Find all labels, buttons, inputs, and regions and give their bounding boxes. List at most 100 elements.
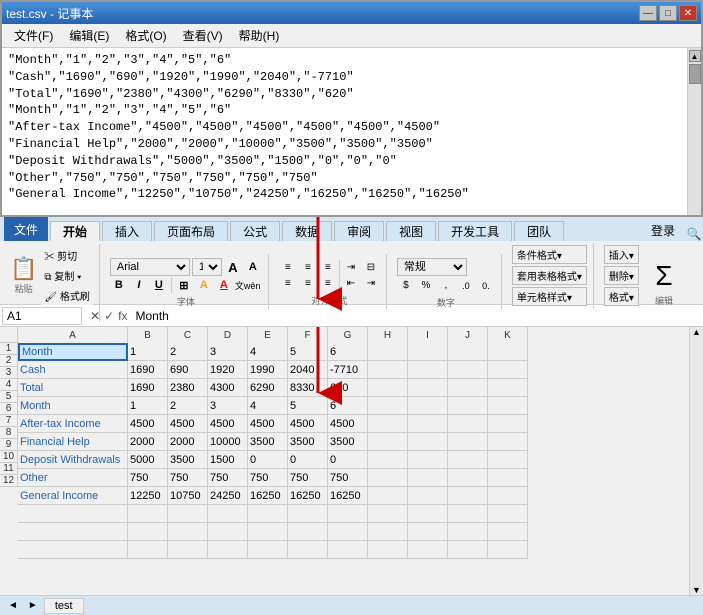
align-left-btn[interactable]: ≡ xyxy=(279,276,297,292)
tab-layout[interactable]: 页面布局 xyxy=(154,221,228,241)
menu-view[interactable]: 查看(V) xyxy=(175,26,231,45)
cell-3-5[interactable]: 6290 xyxy=(248,379,288,397)
conditional-format-btn[interactable]: 条件格式▾ xyxy=(512,245,587,264)
menu-help[interactable]: 帮助(H) xyxy=(231,26,288,45)
cell-11-6[interactable] xyxy=(288,523,328,541)
cell-6-5[interactable]: 3500 xyxy=(248,433,288,451)
cell-4-10[interactable] xyxy=(448,397,488,415)
scroll-down-btn[interactable]: ▼ xyxy=(692,585,701,595)
increase-decimal-btn[interactable]: 0. xyxy=(477,278,495,294)
cell-3-3[interactable]: 2380 xyxy=(168,379,208,397)
copy-button[interactable]: ⧉ 复制 ▾ xyxy=(41,266,92,285)
tab-team[interactable]: 团队 xyxy=(514,221,564,241)
cell-7-11[interactable] xyxy=(488,451,528,469)
cell-style-btn[interactable]: 单元格样式▾ xyxy=(512,287,587,306)
scroll-thumb[interactable] xyxy=(689,64,701,84)
cell-4-5[interactable]: 4 xyxy=(248,397,288,415)
cell-8-11[interactable] xyxy=(488,469,528,487)
cell-5-3[interactable]: 4500 xyxy=(168,415,208,433)
cell-5-1[interactable]: After-tax Income xyxy=(18,415,128,433)
cell-1-10[interactable] xyxy=(448,343,488,361)
menu-format[interactable]: 格式(O) xyxy=(117,26,174,45)
cell-12-7[interactable] xyxy=(328,541,368,559)
login-button[interactable]: 登录 xyxy=(641,220,685,241)
cell-1-1[interactable]: Month xyxy=(18,343,128,361)
cell-5-2[interactable]: 4500 xyxy=(128,415,168,433)
cell-6-8[interactable] xyxy=(368,433,408,451)
cell-12-3[interactable] xyxy=(168,541,208,559)
cell-5-5[interactable]: 4500 xyxy=(248,415,288,433)
cell-11-4[interactable] xyxy=(208,523,248,541)
cell-1-8[interactable] xyxy=(368,343,408,361)
cell-5-10[interactable] xyxy=(448,415,488,433)
cell-6-3[interactable]: 2000 xyxy=(168,433,208,451)
cell-6-11[interactable] xyxy=(488,433,528,451)
cell-8-4[interactable]: 750 xyxy=(208,469,248,487)
cell-1-5[interactable]: 4 xyxy=(248,343,288,361)
italic-btn[interactable]: I xyxy=(130,277,148,293)
font-name-select[interactable]: Arial xyxy=(110,258,190,276)
ribbon-search[interactable]: 🔍 xyxy=(685,227,703,241)
menu-edit[interactable]: 编辑(E) xyxy=(61,26,117,45)
confirm-formula-icon[interactable]: ✓ xyxy=(104,309,114,323)
bold-btn[interactable]: B xyxy=(110,277,128,293)
tab-start[interactable]: 开始 xyxy=(50,221,100,241)
tab-data[interactable]: 数据 xyxy=(282,221,332,241)
cell-8-6[interactable]: 750 xyxy=(288,469,328,487)
cell-ref-input[interactable] xyxy=(2,307,82,325)
tab-dev[interactable]: 开发工具 xyxy=(438,221,512,241)
cell-10-4[interactable] xyxy=(208,505,248,523)
cell-6-1[interactable]: Financial Help xyxy=(18,433,128,451)
cell-3-6[interactable]: 8330 xyxy=(288,379,328,397)
tab-insert[interactable]: 插入 xyxy=(102,221,152,241)
cell-12-8[interactable] xyxy=(368,541,408,559)
number-format-select[interactable]: 常规 xyxy=(397,258,467,276)
cell-9-10[interactable] xyxy=(448,487,488,505)
cell-3-7[interactable]: 620 xyxy=(328,379,368,397)
percent-btn[interactable]: % xyxy=(417,278,435,294)
cell-8-3[interactable]: 750 xyxy=(168,469,208,487)
cell-2-4[interactable]: 1920 xyxy=(208,361,248,379)
currency-btn[interactable]: $ xyxy=(397,278,415,294)
cell-2-11[interactable] xyxy=(488,361,528,379)
font-color-btn[interactable]: A xyxy=(215,277,233,293)
align-right-btn[interactable]: ≡ xyxy=(319,276,337,292)
cell-7-8[interactable] xyxy=(368,451,408,469)
cell-8-1[interactable]: Other xyxy=(18,469,128,487)
insert-btn[interactable]: 插入▾ xyxy=(604,245,639,264)
cell-8-9[interactable] xyxy=(408,469,448,487)
tab-formula[interactable]: 公式 xyxy=(230,221,280,241)
cell-10-9[interactable] xyxy=(408,505,448,523)
align-top-btn[interactable]: ≡ xyxy=(279,260,297,276)
cell-3-10[interactable] xyxy=(448,379,488,397)
cell-3-1[interactable]: Total xyxy=(18,379,128,397)
cell-11-8[interactable] xyxy=(368,523,408,541)
cell-10-10[interactable] xyxy=(448,505,488,523)
cell-8-10[interactable] xyxy=(448,469,488,487)
cell-11-10[interactable] xyxy=(448,523,488,541)
cell-2-9[interactable] xyxy=(408,361,448,379)
sheet-tab-1[interactable]: test xyxy=(44,598,84,614)
cell-7-9[interactable] xyxy=(408,451,448,469)
cell-10-3[interactable] xyxy=(168,505,208,523)
merge-btn[interactable]: ⊟ xyxy=(362,260,380,276)
cell-9-6[interactable]: 16250 xyxy=(288,487,328,505)
tab-file[interactable]: 文件 xyxy=(4,217,48,241)
cell-3-4[interactable]: 4300 xyxy=(208,379,248,397)
cell-4-2[interactable]: 1 xyxy=(128,397,168,415)
underline-btn[interactable]: U xyxy=(150,277,168,293)
cell-9-8[interactable] xyxy=(368,487,408,505)
cell-11-11[interactable] xyxy=(488,523,528,541)
cell-10-5[interactable] xyxy=(248,505,288,523)
cell-1-7[interactable]: 6 xyxy=(328,343,368,361)
cell-1-3[interactable]: 2 xyxy=(168,343,208,361)
cell-3-9[interactable] xyxy=(408,379,448,397)
cell-7-4[interactable]: 1500 xyxy=(208,451,248,469)
wrap-text-btn[interactable]: ⇥ xyxy=(342,260,360,276)
fill-color-btn[interactable]: A xyxy=(195,277,213,293)
cell-10-11[interactable] xyxy=(488,505,528,523)
maximize-button[interactable]: □ xyxy=(659,5,677,21)
cell-1-2[interactable]: 1 xyxy=(128,343,168,361)
cell-5-11[interactable] xyxy=(488,415,528,433)
cell-7-1[interactable]: Deposit Withdrawals xyxy=(18,451,128,469)
